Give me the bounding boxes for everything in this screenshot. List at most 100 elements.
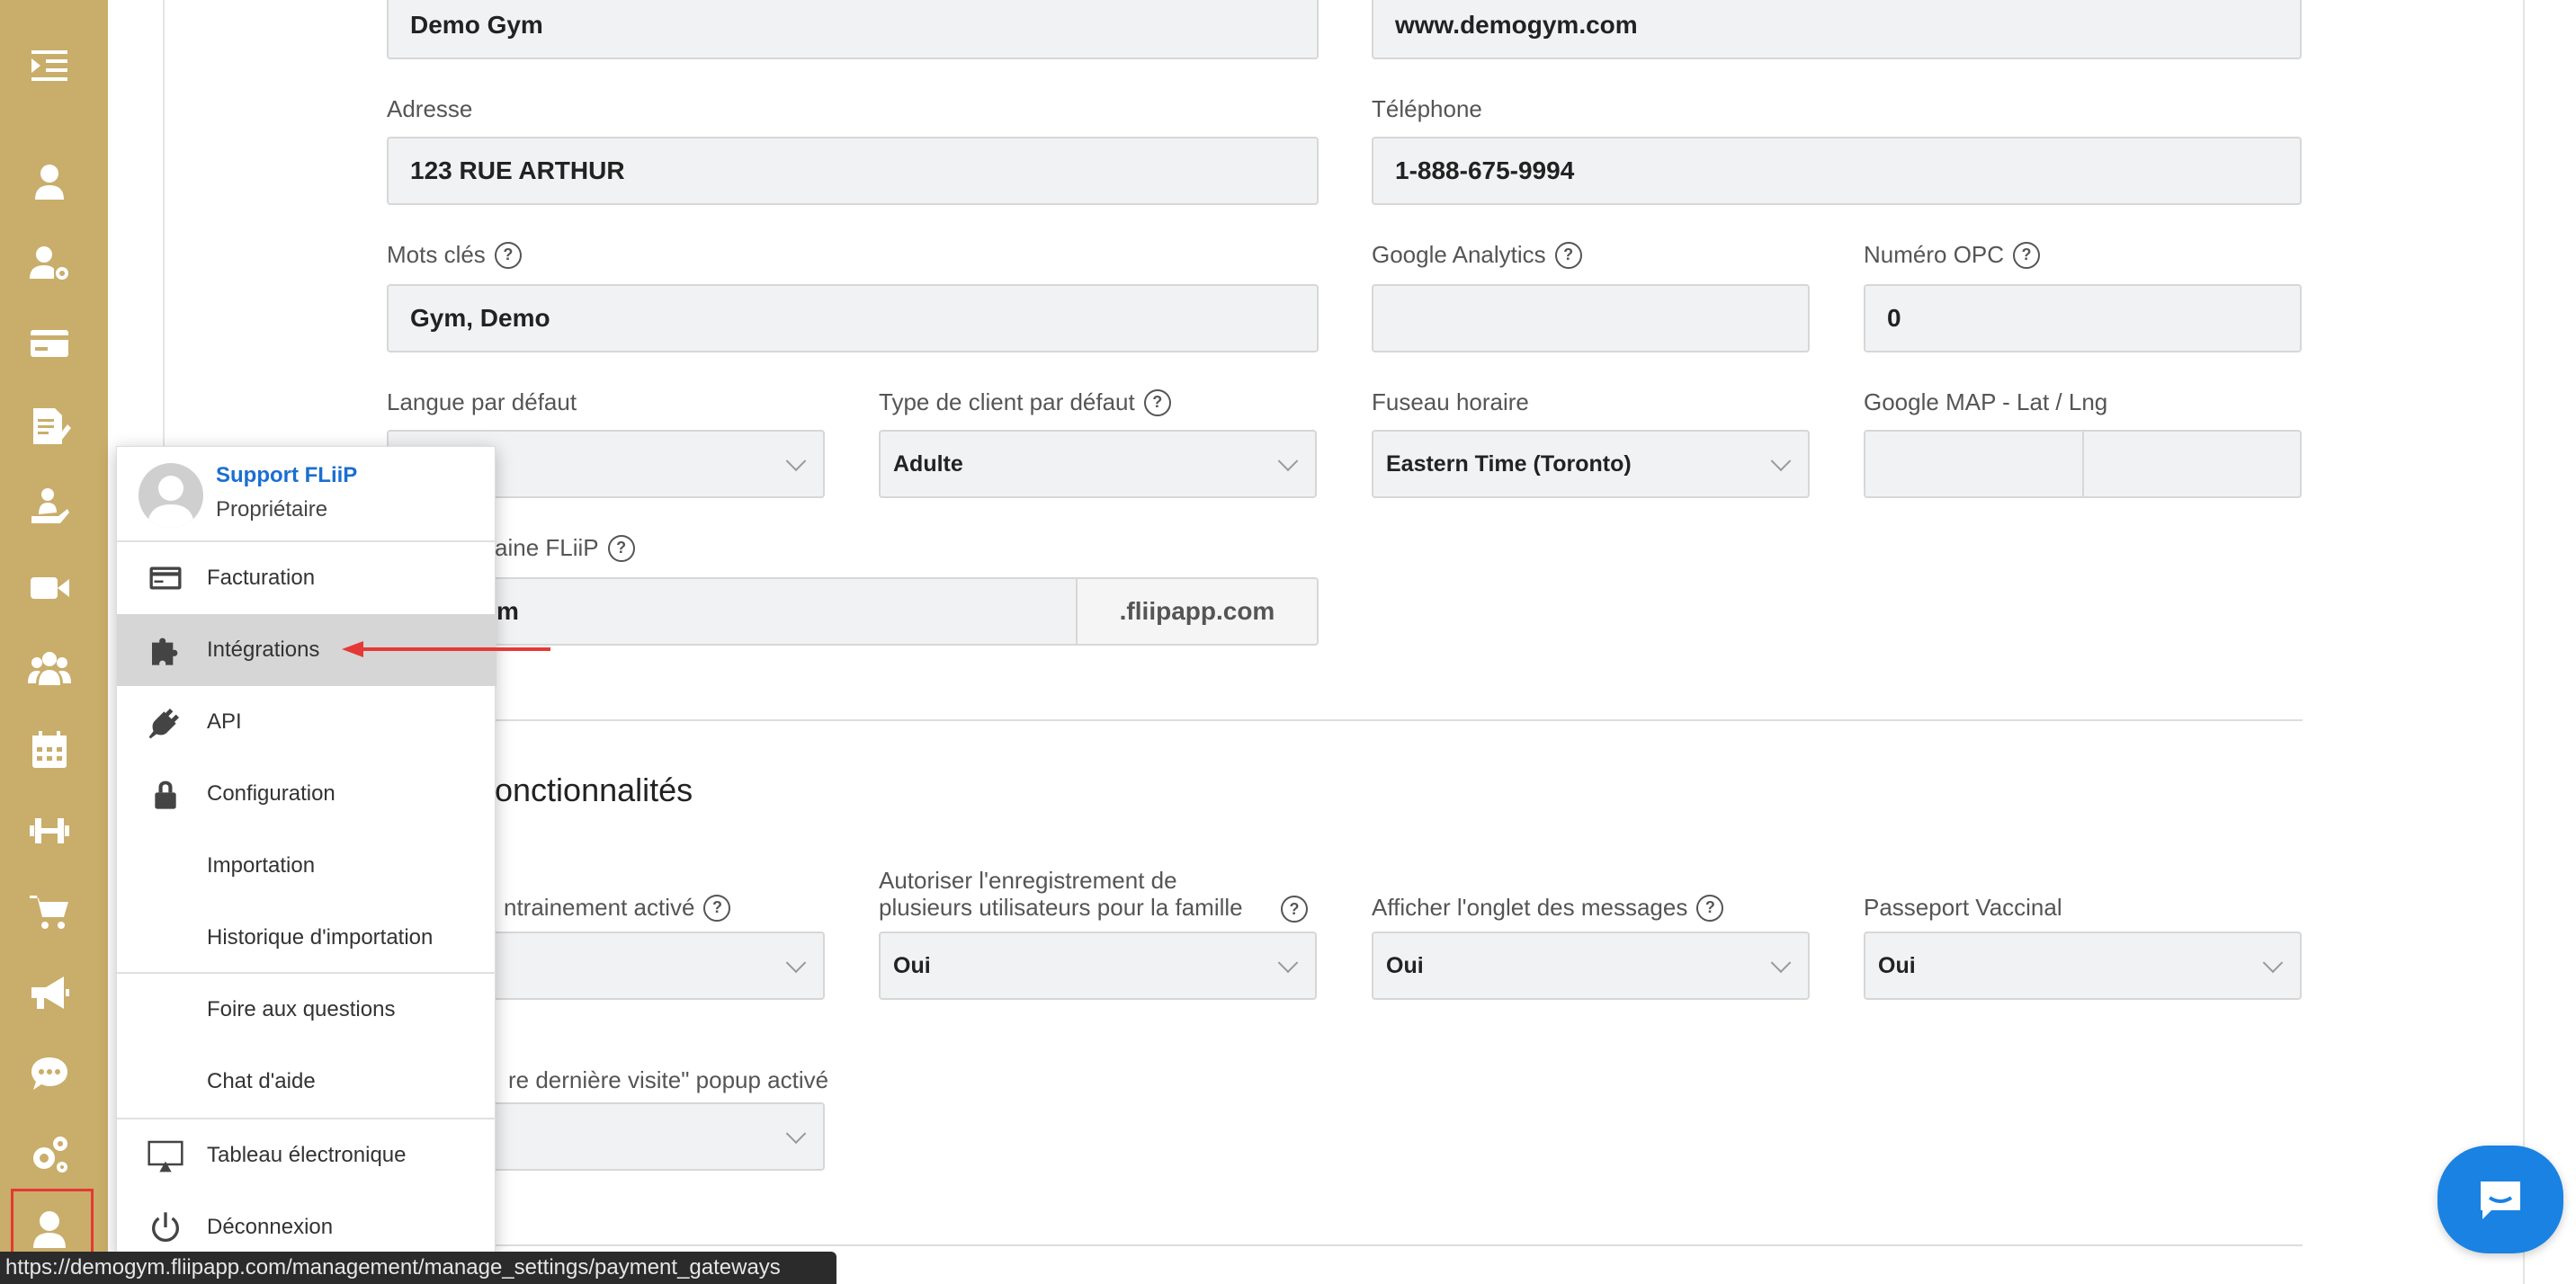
credit-card-icon [146,558,185,598]
user-dropdown-menu: Support FLiiP Propriétaire Facturation I… [116,446,496,1255]
credit-card-icon[interactable] [22,317,76,370]
domain-label-text: aine FLiiP [495,534,599,561]
annotation-arrow-icon [342,641,550,657]
help-icon[interactable]: ? [1281,896,1308,923]
help-icon[interactable]: ? [607,534,635,562]
messages-value: Oui [1386,952,1424,978]
opc-label-text: Numéro OPC [1864,241,2005,268]
menu-item-configuration[interactable]: Configuration [117,758,496,830]
phone-input[interactable]: 1-888-675-9994 [1372,137,2302,205]
vaccine-select[interactable]: Oui [1864,932,2302,1000]
menu-item-label: Historique d'importation [207,925,434,950]
family-label: Autoriser l'enregistrement de plusieurs … [879,867,1243,921]
lock-icon [146,774,185,814]
user-icon[interactable] [22,155,76,209]
group-icon[interactable] [22,642,76,696]
language-label: Langue par défaut [387,388,577,415]
address-input[interactable]: 123 RUE ARTHUR [387,137,1319,205]
training-label-text: ntrainement activé [504,894,695,921]
company-name-input[interactable]: Demo Gym [387,0,1319,59]
puzzle-icon [146,630,185,670]
chat-bubble-icon[interactable] [22,1047,76,1101]
keywords-input[interactable]: Gym, Demo [387,284,1319,352]
chat-icon [2481,1181,2520,1219]
reception-icon[interactable] [22,480,76,534]
client-type-label: Type de client par défaut ? [879,388,1171,416]
browser-status-bar: https://demogym.fliipapp.com/management/… [0,1252,836,1284]
help-icon[interactable]: ? [1696,894,1724,922]
megaphone-icon[interactable] [22,966,76,1020]
chat-launcher-button[interactable] [2437,1146,2563,1253]
domain-label: aine FLiiP ? [495,534,635,562]
chevron-down-icon [785,1123,807,1145]
help-icon[interactable]: ? [1554,241,1582,269]
menu-item-label: Chat d'aide [207,1069,316,1093]
chevron-down-icon [1770,450,1792,472]
keywords-label-text: Mots clés [387,241,486,268]
phone-label: Téléphone [1372,95,1482,122]
menu-user-name[interactable]: Support FLiiP [216,463,357,488]
messages-label: Afficher l'onglet des messages ? [1372,894,1724,922]
messages-select[interactable]: Oui [1372,932,1810,1000]
training-label: ntrainement activé ? [504,894,731,922]
timezone-value: Eastern Time (Toronto) [1386,450,1632,477]
screen-icon [146,1136,185,1175]
user-settings-icon[interactable] [22,236,76,290]
chevron-down-icon [1277,952,1299,974]
last-visit-label: re dernière visite" popup activé [508,1066,829,1093]
latitude-input[interactable] [1864,430,2084,498]
plug-icon [146,702,185,742]
menu-item-help-chat[interactable]: Chat d'aide [117,1046,496,1118]
client-type-value: Adulte [893,450,963,477]
vaccine-label: Passeport Vaccinal [1864,894,2062,921]
avatar [139,463,203,528]
gears-icon[interactable] [22,1128,76,1181]
family-value: Oui [893,952,931,978]
dumbbell-icon[interactable] [22,804,76,858]
calendar-icon[interactable] [22,723,76,777]
menu-item-facturation[interactable]: Facturation [117,542,496,614]
help-icon[interactable]: ? [1143,388,1171,416]
menu-item-import-history[interactable]: Historique d'importation [117,902,496,974]
shopping-cart-icon[interactable] [22,885,76,939]
menu-item-importation[interactable]: Importation [117,830,496,902]
menu-item-label: API [207,709,242,734]
timezone-select[interactable]: Eastern Time (Toronto) [1372,430,1810,498]
opc-input[interactable]: 0 [1864,284,2302,352]
help-icon[interactable]: ? [703,894,731,922]
chevron-down-icon [785,450,807,472]
timezone-label: Fuseau horaire [1372,388,1529,415]
website-input[interactable]: www.demogym.com [1372,0,2302,59]
chevron-down-icon [785,952,807,974]
opc-label: Numéro OPC ? [1864,241,2041,269]
menu-item-label: Déconnexion [207,1215,334,1239]
document-edit-icon[interactable] [22,399,76,453]
analytics-input[interactable] [1372,284,1810,352]
address-label: Adresse [387,95,473,122]
help-icon[interactable]: ? [2013,241,2041,269]
menu-item-label: Importation [207,853,316,878]
menu-item-label: Intégrations [207,638,320,662]
messages-label-text: Afficher l'onglet des messages [1372,894,1688,921]
analytics-label: Google Analytics ? [1372,241,1582,269]
family-label-line1: Autoriser l'enregistrement de [879,867,1177,894]
video-camera-icon[interactable] [22,561,76,615]
menu-item-api[interactable]: API [117,686,496,758]
sidebar [0,0,108,1284]
keywords-label: Mots clés ? [387,241,522,269]
vaccine-value: Oui [1878,952,1916,978]
longitude-input[interactable] [2082,430,2302,498]
collapse-menu-icon[interactable] [22,38,76,92]
domain-suffix: .fliipapp.com [1076,577,1319,646]
menu-item-label: Foire aux questions [207,997,396,1021]
family-select[interactable]: Oui [879,932,1317,1000]
chevron-down-icon [2262,952,2284,974]
features-section-title: fonctionnalités [486,771,693,808]
menu-item-faq[interactable]: Foire aux questions [117,974,496,1046]
help-icon[interactable]: ? [494,241,522,269]
menu-item-label: Tableau électronique [207,1143,407,1167]
client-type-select[interactable]: Adulte [879,430,1317,498]
menu-item-label: Configuration [207,781,335,806]
power-icon [146,1208,185,1247]
menu-item-scoreboard[interactable]: Tableau électronique [117,1119,496,1191]
